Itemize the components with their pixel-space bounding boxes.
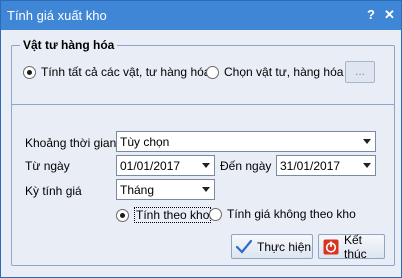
- radio-not-by-warehouse-indicator[interactable]: [209, 207, 222, 221]
- period-select[interactable]: Tùy chọn: [116, 131, 376, 152]
- radio-not-by-warehouse-label: Tính giá không theo kho: [227, 207, 356, 221]
- title-bar[interactable]: Tính giá xuất kho ? ✕: [1, 1, 401, 30]
- period-group: Khoảng thời gian Tùy chọn Từ ngày 01/01/…: [11, 104, 395, 266]
- radio-by-warehouse[interactable]: Tính theo kho: [116, 207, 212, 223]
- cycle-label: Kỳ tính giá: [25, 184, 82, 198]
- exit-button-label: Kết thúc: [344, 232, 367, 261]
- to-date-label: Đến ngày: [220, 159, 272, 173]
- checkmark-icon: [236, 239, 252, 254]
- radio-select-materials-label: Chọn vật tư, hàng hóa: [224, 65, 344, 79]
- dialog-body: Vật tư hàng hóa Tính tất cả các vật, tư …: [2, 30, 400, 277]
- dialog-window: Tính giá xuất kho ? ✕ Vật tư hàng hóa Tí…: [0, 0, 402, 278]
- dialog-title: Tính giá xuất kho: [7, 8, 107, 23]
- radio-all-materials[interactable]: Tính tất cả các vật, tư hàng hóa: [23, 65, 210, 79]
- radio-not-by-warehouse[interactable]: Tính giá không theo kho: [209, 207, 356, 221]
- close-icon[interactable]: ✕: [384, 7, 395, 23]
- from-date-label: Từ ngày: [25, 159, 70, 173]
- radio-all-materials-label: Tính tất cả các vật, tư hàng hóa: [41, 65, 211, 79]
- radio-by-warehouse-label: Tính theo kho: [134, 207, 212, 223]
- exit-button[interactable]: Kết thúc: [318, 232, 385, 261]
- radio-by-warehouse-indicator[interactable]: [116, 208, 129, 222]
- from-date-picker[interactable]: 01/01/2017: [116, 155, 215, 176]
- browse-materials-button[interactable]: ...: [345, 61, 375, 83]
- chevron-down-icon[interactable]: [359, 156, 375, 175]
- radio-select-materials[interactable]: Chọn vật tư, hàng hóa: [206, 65, 343, 79]
- power-icon: [323, 239, 339, 254]
- chevron-down-icon[interactable]: [359, 132, 375, 151]
- period-label: Khoảng thời gian: [25, 136, 117, 150]
- materials-group-legend: Vật tư hàng hóa: [20, 38, 118, 52]
- help-icon[interactable]: ?: [367, 7, 375, 22]
- to-date-value: 31/01/2017: [280, 159, 341, 173]
- chevron-down-icon[interactable]: [198, 180, 214, 199]
- cycle-select[interactable]: Tháng: [116, 179, 215, 200]
- chevron-down-icon[interactable]: [198, 156, 214, 175]
- radio-all-materials-indicator[interactable]: [23, 65, 36, 79]
- run-button[interactable]: Thực hiện: [231, 234, 313, 259]
- period-select-value: Tùy chọn: [120, 135, 170, 149]
- cycle-select-value: Tháng: [120, 183, 155, 197]
- run-button-label: Thực hiện: [257, 239, 312, 254]
- to-date-picker[interactable]: 31/01/2017: [276, 155, 376, 176]
- radio-select-materials-indicator[interactable]: [206, 65, 219, 79]
- from-date-value: 01/01/2017: [120, 159, 181, 173]
